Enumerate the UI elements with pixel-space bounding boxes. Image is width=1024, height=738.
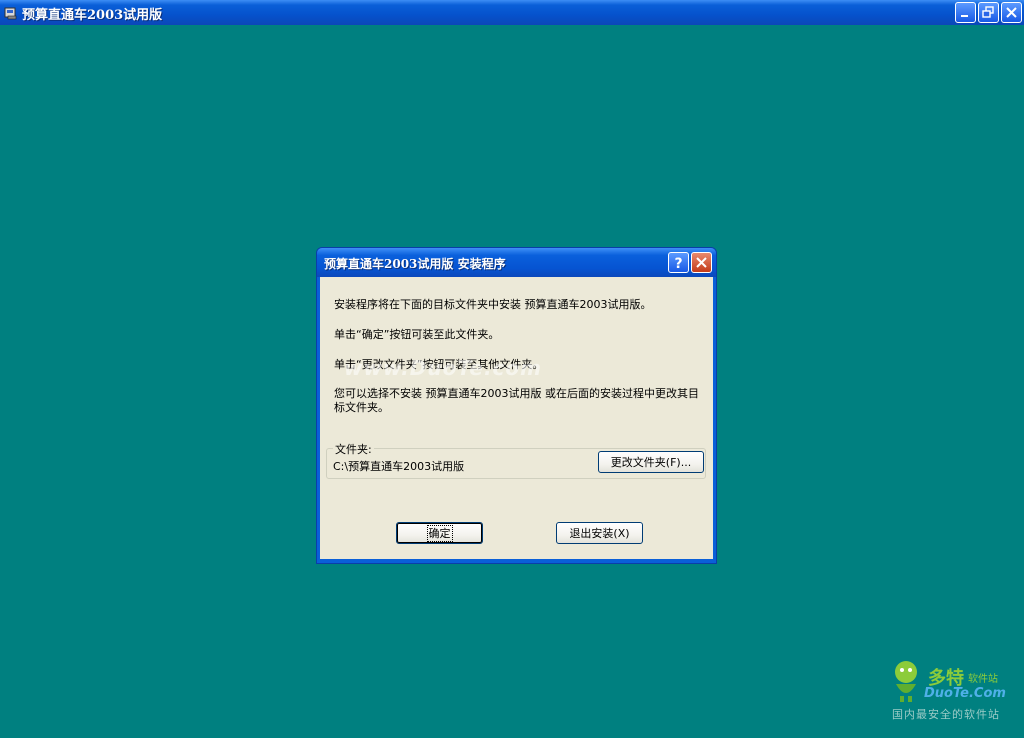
- folder-label: 文件夹:: [333, 441, 374, 457]
- window-close-button[interactable]: [1001, 2, 1022, 23]
- restore-button[interactable]: [978, 2, 999, 23]
- dialog-body: 安装程序将在下面的目标文件夹中安装 预算直通车2003试用版。 单击“确定”按钮…: [320, 277, 713, 559]
- installer-dialog: 预算直通车2003试用版 安装程序 ? 安装程序将在下面的目标文件夹中安装 预算…: [316, 247, 717, 564]
- minimize-icon: [961, 15, 968, 17]
- ok-button[interactable]: 确定: [396, 522, 483, 544]
- exit-setup-button[interactable]: 退出安装(X): [556, 522, 643, 544]
- restore-icon: [982, 6, 994, 18]
- help-button[interactable]: ?: [668, 252, 689, 273]
- dialog-title: 预算直通车2003试用版 安装程序: [324, 257, 506, 271]
- mascot-icon: [895, 661, 917, 702]
- dialog-titlebar[interactable]: 预算直通车2003试用版 安装程序 ?: [317, 248, 716, 277]
- ok-button-label: 确定: [426, 524, 453, 542]
- help-icon: ?: [674, 256, 682, 272]
- installer-app-icon: [4, 5, 18, 20]
- logo-domain: DuoTe.Com: [924, 686, 1006, 701]
- logo-slogan: 国内最安全的软件站: [892, 708, 1000, 721]
- logo-brand-sub: 软件站: [968, 674, 998, 685]
- minimize-button[interactable]: [955, 2, 976, 23]
- duote-logo: 多特 软件站 DuoTe.Com 国内最安全的软件站: [886, 658, 1020, 722]
- change-folder-button[interactable]: 更改文件夹(F)...: [598, 451, 704, 473]
- install-info-text: 安装程序将在下面的目标文件夹中安装 预算直通车2003试用版。: [334, 298, 652, 311]
- dialog-close-button[interactable]: [691, 252, 712, 273]
- ok-hint-text: 单击“确定”按钮可装至此文件夹。: [334, 328, 500, 341]
- close-icon: [1006, 7, 1017, 18]
- folder-path: C:\预算直通车2003试用版: [333, 460, 465, 473]
- main-window-titlebar[interactable]: 预算直通车2003试用版: [0, 0, 1024, 25]
- main-window-title: 预算直通车2003试用版: [22, 8, 163, 23]
- skip-hint-text: 您可以选择不安装 预算直通车2003试用版 或在后面的安装过程中更改其目标文件夹…: [334, 387, 699, 414]
- close-icon: [696, 257, 707, 268]
- watermark-url: www.DuoTe.com: [344, 356, 542, 380]
- svg-text:?: ?: [674, 256, 682, 272]
